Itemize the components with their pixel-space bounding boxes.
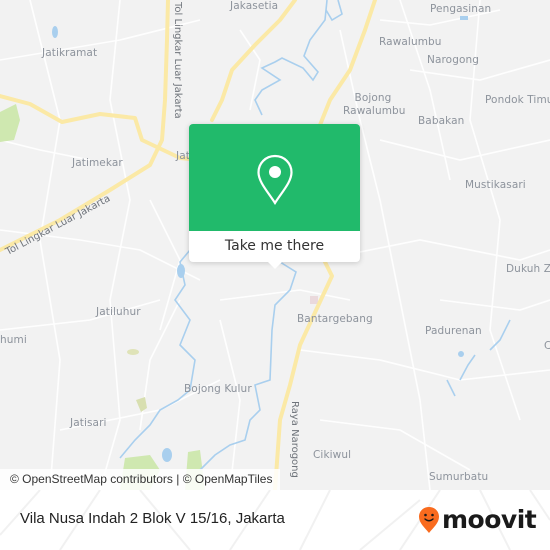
place-label: Jat [176,150,190,162]
lake [460,16,468,20]
road-label: Tol Lingkar Luar Jakarta [172,2,183,119]
landmark-area [310,296,318,304]
popup-pointer [267,261,283,269]
map-attribution[interactable]: © OpenStreetMap contributors | © OpenMap… [0,469,281,490]
place-label: Pondok Timur [485,94,550,106]
park-area [136,397,147,412]
place-label: Pengasinan [430,3,492,15]
place-label: Jatimekar [72,157,123,169]
place-label: Mustikasari [465,179,526,191]
map-pin-icon [257,154,293,206]
popup-header [189,124,360,231]
place-label: Narogong [427,54,480,66]
park-area [127,349,139,355]
lake [177,264,185,278]
lake [52,26,58,38]
take-me-there-button[interactable]: Take me there [189,231,360,262]
road [210,0,297,122]
place-label: Bojong Kulur [184,383,252,395]
road-label: Raya Narogong [289,401,300,478]
place-label: C [544,340,550,352]
place-label: Bantargebang [297,313,373,325]
map-view[interactable]: Jakasetia Pengasinan Jatikramat Rawalumb… [0,0,550,490]
brand-name: moovit [442,505,537,534]
place-label: Jatisari [70,417,107,429]
place-label: Padurenan [425,325,482,337]
location-popup: Take me there [189,124,360,269]
destination-address: Vila Nusa Indah 2 Blok V 15/16, Jakarta [20,510,285,527]
moovit-pin-icon [419,507,439,533]
moovit-logo[interactable]: moovit [418,505,537,535]
place-label: Dukuh Z [506,263,550,275]
park-area [0,104,20,142]
lake [162,448,172,462]
road [0,94,202,162]
place-label: Jatikramat [42,47,98,59]
footer: Vila Nusa Indah 2 Blok V 15/16, Jakarta … [0,490,550,550]
place-label: Sumurbatu [429,471,489,483]
place-label: humi [0,334,27,346]
place-label: Rawalumbu [379,36,442,48]
place-label: Cikiwul [313,449,352,461]
place-label: Jatiluhur [96,306,141,318]
place-label: Jakasetia [230,0,279,12]
lake [458,351,464,357]
place-label: Babakan [418,115,465,127]
place-label: Bojong Rawalumbu [343,92,406,117]
